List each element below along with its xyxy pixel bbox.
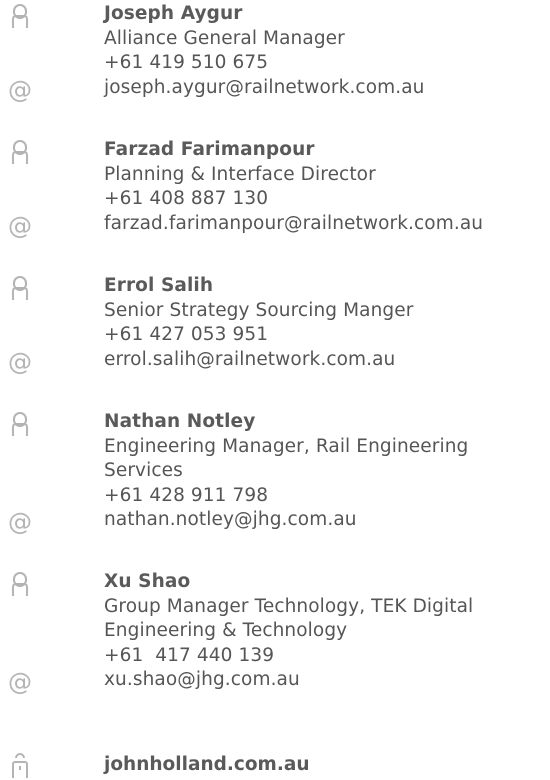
- contact-phone[interactable]: +61 417 440 139: [104, 644, 544, 669]
- website-row: johnholland.com.au: [0, 748, 550, 778]
- contact-email[interactable]: nathan.notley@jhg.com.au: [104, 508, 524, 533]
- person-icon: [12, 276, 28, 300]
- contact-name: Joseph Aygur: [104, 3, 243, 24]
- at-icon: @: [8, 76, 32, 104]
- contact-card: Joseph Aygur Alliance General Manager +6…: [0, 0, 550, 112]
- contact-title: Senior Strategy Sourcing Manger: [104, 299, 414, 321]
- contact-card: Errol Salih Senior Strategy Sourcing Man…: [0, 272, 550, 384]
- contact-name: Errol Salih: [104, 275, 214, 296]
- at-icon: @: [8, 668, 32, 696]
- contact-card: Farzad Farimanpour Planning & Interface …: [0, 136, 550, 248]
- at-icon: @: [8, 348, 32, 376]
- person-icon: [12, 140, 28, 164]
- contact-phone[interactable]: +61 428 911 798: [104, 484, 524, 509]
- person-icon: [12, 412, 28, 436]
- person-icon: [12, 572, 28, 596]
- contact-title: Engineering Manager, Rail Engineering Se…: [104, 435, 469, 482]
- at-icon: @: [8, 212, 32, 240]
- contact-name: Nathan Notley: [104, 411, 256, 432]
- contact-phone[interactable]: +61 408 887 130: [104, 187, 550, 212]
- person-icon: [12, 4, 28, 28]
- contact-email[interactable]: joseph.aygur@railnetwork.com.au: [104, 76, 550, 101]
- contact-phone[interactable]: +61 427 053 951: [104, 323, 550, 348]
- contact-email[interactable]: errol.salih@railnetwork.com.au: [104, 348, 550, 373]
- contact-email[interactable]: farzad.farimanpour@railnetwork.com.au: [104, 212, 550, 237]
- contact-name: Xu Shao: [104, 571, 191, 592]
- contact-title: Group Manager Technology, TEK Digital En…: [104, 595, 474, 642]
- contact-phone[interactable]: +61 419 510 675: [104, 51, 550, 76]
- at-icon: @: [8, 508, 32, 536]
- contact-card: Xu Shao Group Manager Technology, TEK Di…: [0, 568, 550, 704]
- contact-email[interactable]: xu.shao@jhg.com.au: [104, 668, 544, 693]
- contact-title: Alliance General Manager: [104, 27, 345, 49]
- building-icon: [12, 753, 28, 778]
- contact-card: Nathan Notley Engineering Manager, Rail …: [0, 408, 550, 544]
- website-link[interactable]: johnholland.com.au: [104, 753, 310, 778]
- contact-name: Farzad Farimanpour: [104, 139, 315, 160]
- contact-title: Planning & Interface Director: [104, 163, 376, 185]
